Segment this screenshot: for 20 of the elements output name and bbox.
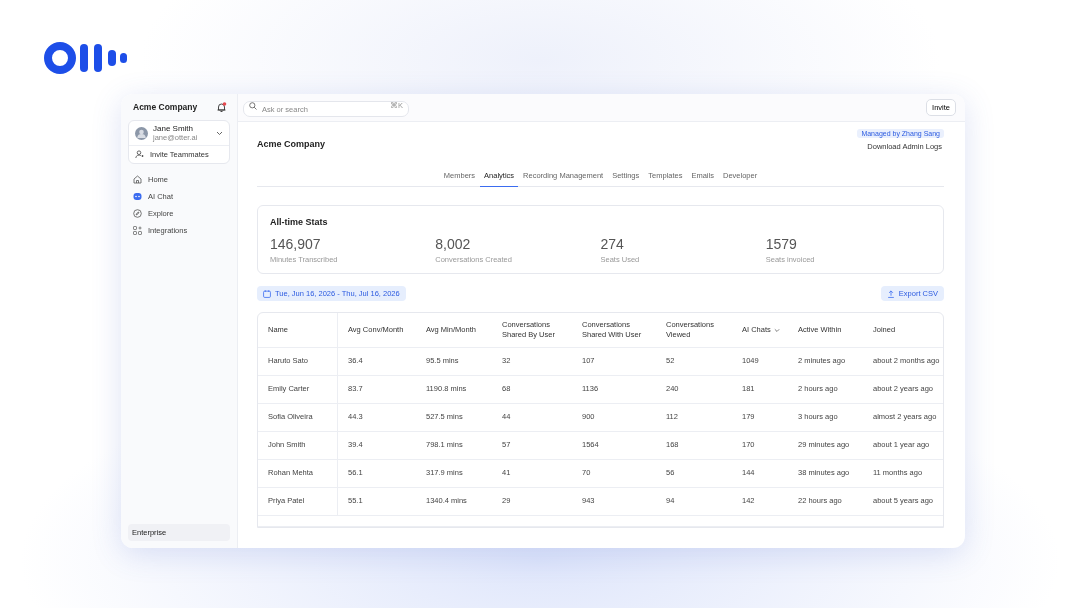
compass-icon — [133, 209, 142, 218]
avatar-icon — [135, 126, 148, 140]
user-name: Jane Smith — [153, 124, 195, 133]
workspace-name: Acme Company — [133, 102, 198, 112]
add-person-icon — [135, 150, 144, 159]
stat-value: 1579 — [765, 236, 798, 252]
stat-value: 146,907 — [270, 236, 322, 252]
chevron-down-icon[interactable] — [216, 130, 223, 136]
home-icon — [133, 175, 142, 184]
logo-icon — [44, 42, 128, 74]
upload-icon — [886, 289, 895, 298]
stat-value: 274 — [600, 236, 625, 252]
page-title: Acme Company — [257, 139, 326, 149]
grid-plus-icon — [133, 226, 142, 235]
chat-icon — [133, 192, 142, 201]
search-icon — [249, 101, 257, 110]
calendar-icon — [263, 289, 271, 298]
stat-value: 8,002 — [435, 236, 472, 252]
bell-icon[interactable] — [216, 101, 227, 113]
stats-title: All-time Stats — [270, 217, 329, 227]
